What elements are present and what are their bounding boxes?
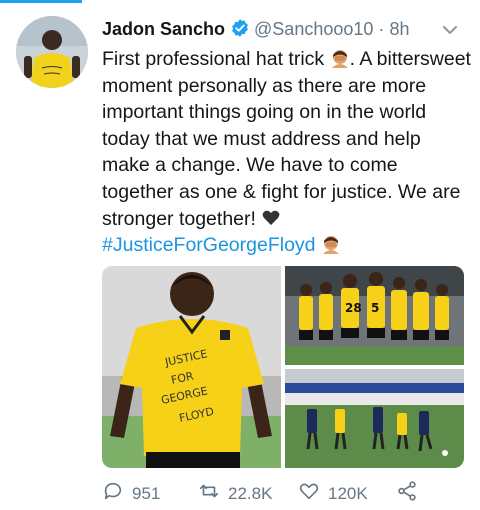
like-icon[interactable] <box>298 480 320 507</box>
reply-icon[interactable] <box>102 480 124 507</box>
avatar[interactable] <box>16 16 88 88</box>
verified-badge-icon <box>230 18 250 43</box>
black-heart-emoji-icon <box>261 208 281 228</box>
active-tab-indicator <box>0 0 82 3</box>
like-action[interactable]: 120K <box>298 480 368 507</box>
retweet-count: 22.8K <box>228 483 273 503</box>
author-name[interactable]: Jadon Sancho <box>102 19 225 39</box>
tweet-actions: 951 22.8K 120K <box>102 480 462 506</box>
retweet-icon[interactable] <box>198 480 220 507</box>
like-count: 120K <box>328 483 368 503</box>
photo-shirt-message[interactable]: JUSTICE FOR GEORGE FLOYD <box>102 266 281 468</box>
tweet-text-part2: . A bittersweet moment personally as the… <box>102 48 471 230</box>
chevron-down-icon[interactable] <box>440 20 460 45</box>
media-grid[interactable]: JUSTICE FOR GEORGE FLOYD 28 5 <box>102 266 464 468</box>
facepalm-emoji-icon <box>330 48 350 68</box>
retweet-action[interactable]: 22.8K <box>198 480 272 507</box>
share-icon[interactable] <box>396 480 418 507</box>
reply-action[interactable]: 951 <box>102 480 160 507</box>
avatar-image <box>16 16 88 88</box>
hashtag-link[interactable]: #JusticeForGeorgeFloyd <box>102 234 316 256</box>
photo-match-action[interactable] <box>285 369 464 468</box>
svg-text:5: 5 <box>371 301 379 315</box>
photo-team-celebration[interactable]: 28 5 <box>285 266 464 365</box>
tweet-text: First professional hat trick . A bitters… <box>102 46 472 259</box>
svg-text:28: 28 <box>345 301 362 315</box>
reply-count: 951 <box>132 483 161 503</box>
share-action[interactable] <box>396 480 418 507</box>
tweet-timestamp[interactable]: 8h <box>389 19 409 39</box>
separator-dot: · <box>378 19 385 39</box>
tweet-header: Jadon Sancho @Sanchooo10 · 8h <box>102 18 460 46</box>
tweet-text-part1: First professional hat trick <box>102 48 325 70</box>
author-handle[interactable]: @Sanchooo10 <box>254 19 373 39</box>
facepalm-emoji-icon <box>321 234 341 255</box>
